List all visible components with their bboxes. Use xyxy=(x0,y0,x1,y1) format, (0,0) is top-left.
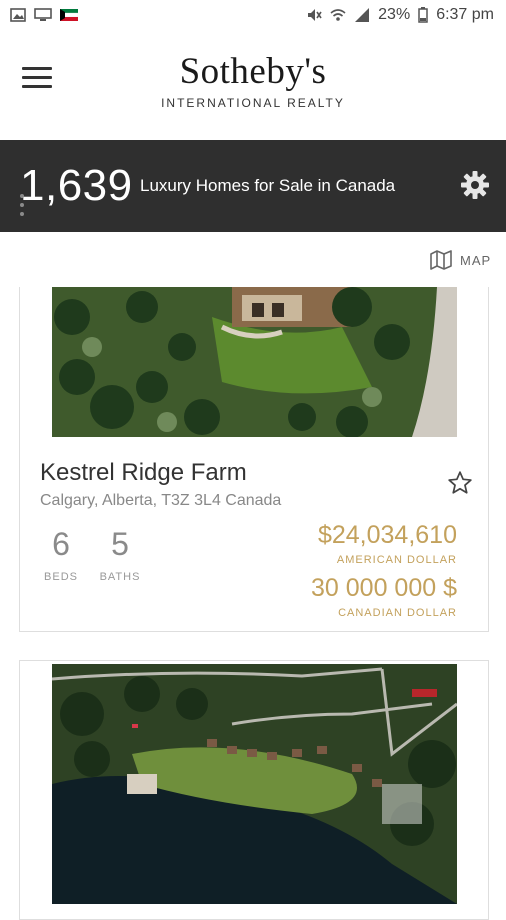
battery-icon xyxy=(418,7,428,23)
price-cad-value: 30 000 000 $ xyxy=(311,574,457,602)
aerial-lakeside-image xyxy=(52,664,457,904)
price-cad-currency: CANADIAN DOLLAR xyxy=(338,607,457,619)
listing-count: 1,639 xyxy=(20,161,133,210)
brand-name: Sotheby's xyxy=(179,51,327,92)
listing-card[interactable]: Kestrel Ridge Farm Calgary, Alberta, T3Z… xyxy=(19,287,489,632)
clock: 6:37 pm xyxy=(436,6,494,23)
baths-stat: 5 BATHS xyxy=(98,525,142,583)
status-bar: 23% 6:37 pm xyxy=(0,0,506,30)
listing-count-label: Luxury Homes for Sale in Canada xyxy=(140,176,396,195)
baths-count: 5 xyxy=(111,526,129,562)
price-usd-value: $24,034,610 xyxy=(317,521,457,549)
listing-address: Calgary, Alberta, T3Z 3L4 Canada xyxy=(40,492,282,509)
signal-icon xyxy=(355,8,370,22)
favorite-star-icon[interactable] xyxy=(447,470,473,496)
monitor-icon xyxy=(34,8,52,21)
battery-percent: 23% xyxy=(378,6,411,23)
price-cad: 30 000 000 $ CANADIAN DOLLAR xyxy=(311,573,457,619)
brand-subtitle: INTERNATIONAL REALTY xyxy=(161,96,345,110)
map-view-label: MAP xyxy=(460,252,492,268)
mute-icon xyxy=(308,9,322,21)
listing-count-bar: 1,639 Luxury Homes for Sale in Canada xyxy=(0,140,506,232)
beds-count: 6 xyxy=(52,526,70,562)
aerial-estate-image xyxy=(52,287,457,437)
map-icon xyxy=(430,250,452,270)
listing-photo[interactable] xyxy=(52,664,457,904)
gallery-icon xyxy=(10,8,26,22)
price-usd: $24,034,610 AMERICAN DOLLAR xyxy=(318,520,457,566)
status-right: 23% 6:37 pm xyxy=(306,6,494,24)
listing-title[interactable]: Kestrel Ridge Farm xyxy=(40,458,247,488)
beds-label: BEDS xyxy=(44,571,78,583)
baths-label: BATHS xyxy=(99,571,141,583)
wifi-icon xyxy=(330,9,346,21)
status-left xyxy=(10,8,78,22)
overflow-dots-icon xyxy=(20,194,26,224)
kuwait-flag-icon xyxy=(60,9,78,21)
map-view-button[interactable]: MAP xyxy=(430,250,491,270)
listing-photo[interactable] xyxy=(52,287,457,437)
beds-stat: 6 BEDS xyxy=(44,525,78,583)
brand-logo: Sotheby's INTERNATIONAL REALTY xyxy=(0,50,506,110)
settings-gear-icon[interactable] xyxy=(459,169,491,201)
price-usd-currency: AMERICAN DOLLAR xyxy=(336,554,457,566)
listing-card[interactable] xyxy=(19,660,489,920)
app-header: Sotheby's INTERNATIONAL REALTY xyxy=(0,30,506,140)
